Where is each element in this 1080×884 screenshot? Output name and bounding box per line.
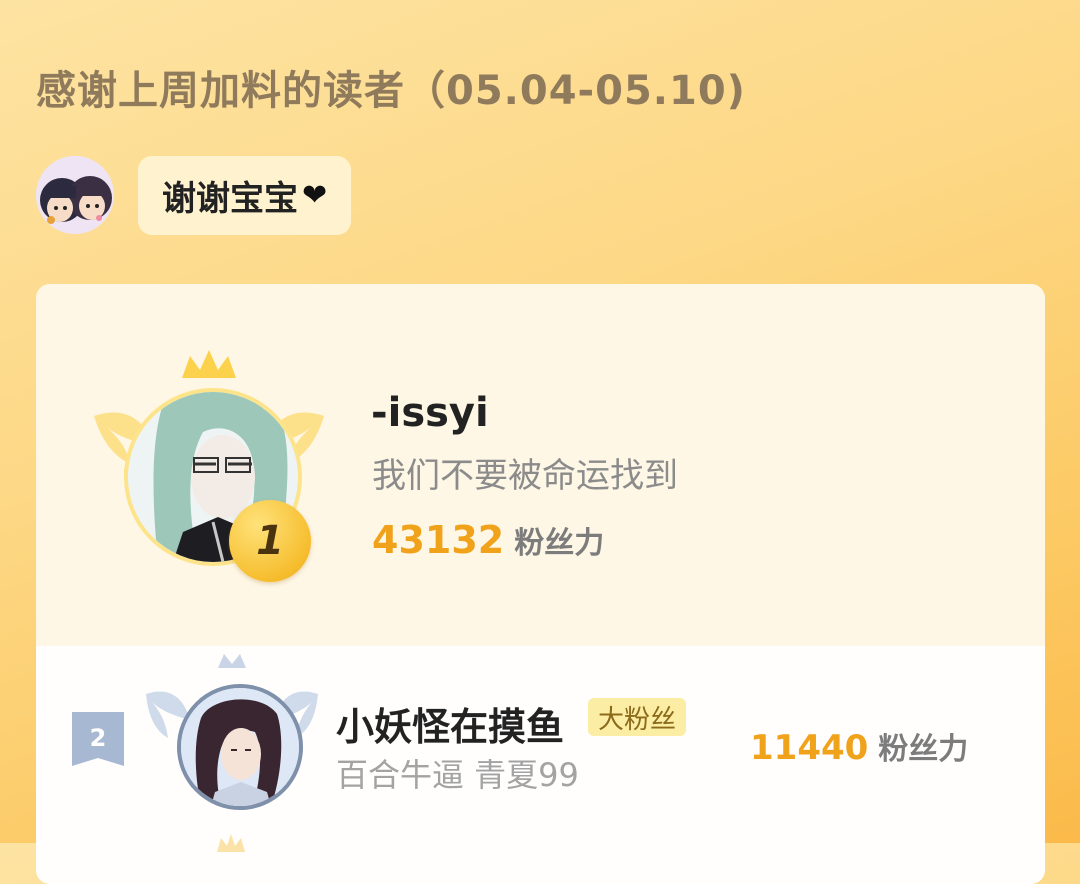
fan-level-badge: 大粉丝 bbox=[588, 698, 687, 736]
fan-power-unit: 粉丝力 bbox=[878, 732, 969, 767]
gold-medal-badge: 1 bbox=[229, 500, 311, 582]
leaderboard-card: 1 -issyi 我们不要被命运找到 43132 粉丝力 2 小妖怪在摸鱼 大粉丝… bbox=[36, 284, 1045, 884]
fan-power-value: 11440 bbox=[750, 728, 869, 768]
page-title: 感谢上周加料的读者（05.04-05.10) bbox=[36, 68, 746, 114]
heart-icon: ❤ bbox=[302, 178, 328, 213]
rank-number: 1 bbox=[256, 518, 284, 564]
fan-power: 11440 粉丝力 bbox=[750, 724, 968, 768]
user-signature: 百合牛逼 青夏99 bbox=[336, 756, 579, 794]
fan-power-value: 43132 bbox=[372, 518, 505, 562]
user-name[interactable]: 小妖怪在摸鱼 bbox=[336, 696, 564, 751]
user-avatar[interactable] bbox=[177, 684, 303, 810]
rank-2-number: 2 bbox=[90, 724, 107, 752]
author-avatar[interactable] bbox=[36, 156, 114, 234]
fan-power-unit: 粉丝力 bbox=[514, 526, 605, 561]
author-message-bubble: 谢谢宝宝 ❤ bbox=[138, 156, 352, 235]
user-name[interactable]: -issyi bbox=[371, 390, 489, 436]
author-message-text: 谢谢宝宝 bbox=[162, 179, 298, 219]
user-signature: 我们不要被命运找到 bbox=[372, 456, 678, 496]
crown-icon bbox=[217, 834, 245, 852]
fan-power: 43132 粉丝力 bbox=[372, 518, 604, 562]
rank-2-ribbon-icon: 2 bbox=[72, 712, 124, 766]
rank-1-row[interactable]: 1 -issyi 我们不要被命运找到 43132 粉丝力 bbox=[36, 284, 1045, 646]
